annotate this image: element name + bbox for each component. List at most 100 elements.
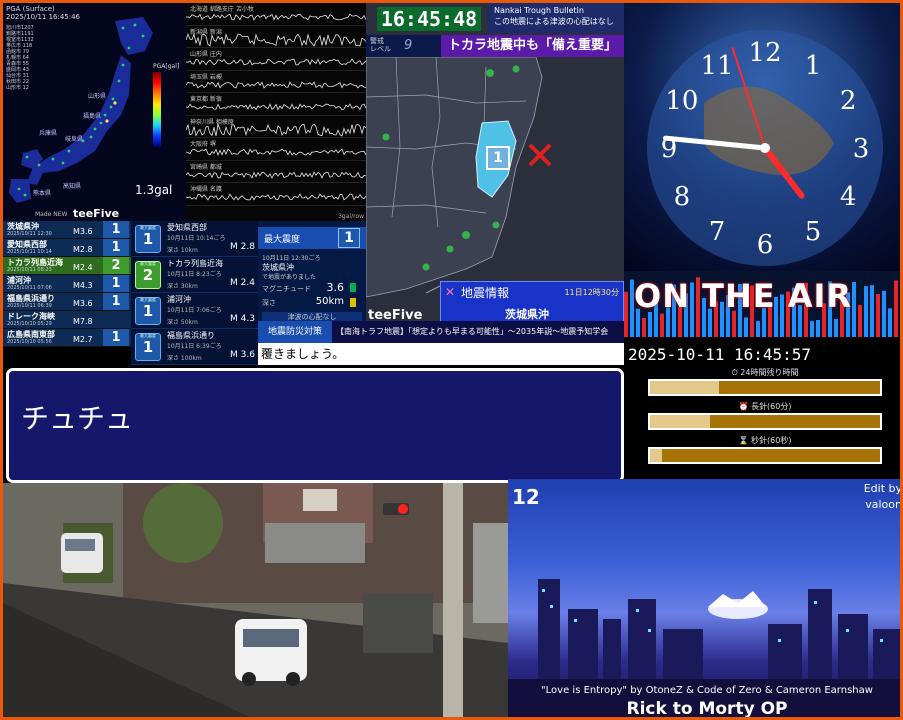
history-date: 2025/10/11 06:39 bbox=[7, 303, 52, 309]
on-air-panel: ON THE AIR bbox=[624, 271, 900, 337]
quake-info-card: ✕ 地震情報 11日12時30分 茨城県沖 bbox=[440, 281, 624, 325]
visualizer-bar bbox=[852, 282, 856, 337]
history-date: 2025/10/10 05:56 bbox=[7, 339, 52, 345]
history-row[interactable]: 福島県浜通り 2025/10/11 06:39 M3.6 1 bbox=[3, 293, 131, 311]
detail-magnitude: M 2.8 bbox=[230, 242, 255, 252]
countdown-panel: 2025-10-11 16:45:57 ⏱ 24時間残り時間 ⏰ 長針(60分) ⌛… bbox=[624, 337, 900, 479]
pga-legend-label: PGA[gal] bbox=[153, 63, 180, 70]
history-row[interactable]: 浦河沖 2025/10/11 07:06 M4.3 1 bbox=[3, 275, 131, 293]
detail-row[interactable]: 最大震度 1 福島県浜通り 10月11日 6:39ごろ 深さ 100km M 3.6 bbox=[131, 329, 258, 365]
history-row[interactable]: ドレーク海峡 2025/10/10 05:29 M7.8 bbox=[3, 311, 131, 329]
svg-text:山形県: 山形県 bbox=[88, 92, 106, 100]
alert-level-box: 警戒 レベル 9 bbox=[366, 35, 441, 57]
max-intensity-value: 1 bbox=[338, 228, 360, 248]
history-date: 2025/10/11 07:06 bbox=[7, 285, 52, 291]
detail-row[interactable]: 最大震度 2 トカラ列島近海 10月11日 8:23ごろ 深さ 30km M 2.4 bbox=[131, 257, 258, 293]
quake-info-title: 地震情報 bbox=[461, 286, 510, 300]
waveform-trace bbox=[186, 58, 366, 66]
alert-level-value: 9 bbox=[404, 38, 413, 53]
clock-numeral: 10 bbox=[665, 86, 698, 116]
waveform-row: 埼玉県 岩槻 bbox=[186, 71, 366, 93]
history-row[interactable]: 愛知県西部 2025/10/11 10:14 M2.8 1 bbox=[3, 239, 131, 257]
edit-credit-name: valoon bbox=[865, 498, 902, 511]
history-row[interactable]: 広島県南東部 2025/10/10 05:56 M2.7 1 bbox=[3, 329, 131, 347]
history-date: 2025/10/11 12:30 bbox=[7, 231, 52, 237]
clock-numeral: 3 bbox=[853, 134, 870, 164]
quake-map-panel: 1 16:45:48 Nankai Trough Bulletin この地震によ… bbox=[366, 3, 624, 343]
tsunami-banner-text: この地震による津波の心配はなし bbox=[494, 17, 614, 26]
clock-numeral: 7 bbox=[709, 217, 726, 247]
waveform-row: 沖縄県 名護 bbox=[186, 183, 366, 206]
detail-date: 10月11日 8:23ごろ bbox=[167, 271, 222, 278]
svg-text:高知県: 高知県 bbox=[63, 182, 81, 190]
history-magnitude: M2.8 bbox=[73, 245, 93, 254]
depth-label: 深さ bbox=[262, 299, 276, 307]
detail-row[interactable]: 最大震度 1 浦河沖 10月11日 7:06ごろ 深さ 50km M 4.3 bbox=[131, 293, 258, 329]
visualizer-bar bbox=[756, 321, 760, 337]
ticker-text: 【南海トラフ地震】「想定よりも早まる可能性」〜2035年説〜地震予知学会 bbox=[336, 327, 609, 336]
visualizer-bar bbox=[876, 294, 880, 337]
history-intensity: 1 bbox=[103, 239, 129, 256]
history-intensity: 1 bbox=[103, 329, 129, 346]
clock-numeral: 2 bbox=[840, 86, 857, 116]
waveform-row: 宮崎県 都城 bbox=[186, 161, 366, 183]
detail-region: トカラ列島近海 bbox=[167, 259, 223, 268]
visualizer-bar bbox=[648, 312, 652, 337]
clock-numeral: 11 bbox=[700, 51, 733, 81]
visualizer-bar bbox=[894, 280, 898, 337]
detail-intensity-badge-label: 最大震度 bbox=[140, 261, 156, 266]
detail-magnitude: M 3.6 bbox=[230, 350, 255, 360]
detail-depth: 深さ 30km M 2.4 bbox=[167, 278, 255, 290]
quake-info-location: 茨城県沖 bbox=[505, 308, 549, 321]
clock-numeral: 4 bbox=[840, 182, 857, 212]
visualizer-bar bbox=[870, 285, 874, 337]
depth-indicator bbox=[350, 298, 356, 307]
edit-credit-label: Edit by bbox=[863, 482, 902, 495]
epicenter-icon bbox=[528, 143, 552, 167]
visualizer-bar bbox=[624, 291, 628, 337]
depth-value: 50km bbox=[315, 296, 344, 307]
song-credit: "Love is Entropy" by OtoneZ & Code of Ze… bbox=[541, 685, 873, 696]
countdown-fill bbox=[650, 381, 719, 394]
history-row[interactable]: トカラ列島近海 2025/10/11 08:23 M2.4 2 bbox=[3, 257, 131, 275]
quake-info-time: 11日12時30分 bbox=[564, 288, 619, 297]
visualizer-bar bbox=[810, 321, 814, 337]
detail-row[interactable]: 最大震度 1 愛知県西部 10月11日 10:14ごろ 深さ 10km M 2.8 bbox=[131, 221, 258, 257]
analog-clock-panel: 12 1 2 3 4 5 6 7 8 9 10 11 bbox=[624, 3, 900, 271]
digital-clock: 16:45:48 bbox=[377, 7, 481, 31]
station-item: 山形市 12 bbox=[6, 85, 29, 91]
history-row[interactable]: 茨城県沖 2025/10/11 12:30 M3.6 1 bbox=[3, 221, 131, 239]
visualizer-bar bbox=[882, 290, 886, 337]
detail-depth: 深さ 100km M 3.6 bbox=[167, 350, 255, 362]
detail-intensity-badge-label: 最大震度 bbox=[140, 333, 156, 338]
episode-number: 12 bbox=[512, 485, 540, 509]
street-scene-image bbox=[3, 483, 508, 717]
pga-header: PGA (Surface) 2025/10/11 16:45:46 bbox=[6, 5, 80, 21]
max-intensity-time: 10月11日 12:30ごろ bbox=[262, 255, 321, 262]
epicenter-mini-icon: ✕ bbox=[445, 285, 456, 299]
tsunami-banner-title: Nankai Trough Bulletin bbox=[494, 6, 584, 15]
svg-text:岐阜県: 岐阜県 bbox=[65, 135, 83, 143]
on-air-text: ON THE AIR bbox=[634, 277, 853, 315]
visualizer-bar bbox=[744, 317, 748, 337]
detail-depth: 深さ 10km M 2.8 bbox=[167, 242, 255, 254]
edit-credit: Edit by valoon bbox=[863, 481, 902, 513]
history-magnitude: M3.6 bbox=[73, 227, 93, 236]
dialog-text: チュチュ bbox=[21, 402, 134, 435]
history-magnitude: M2.7 bbox=[73, 335, 93, 344]
detail-intensity-badge: 最大震度 1 bbox=[135, 333, 161, 361]
visualizer-bar bbox=[816, 320, 820, 337]
countdown-label: ⏰ 長針(60分) bbox=[738, 402, 792, 411]
clock-center-cap bbox=[760, 143, 770, 153]
history-intensity: 1 bbox=[103, 293, 129, 310]
countdown-label: ⏱ 24時間残り時間 bbox=[731, 368, 799, 377]
countdown-fill bbox=[650, 449, 662, 462]
magnitude-label: マグニチュード bbox=[262, 285, 311, 293]
kanto-map bbox=[366, 57, 543, 298]
waveform-row: 山形県 庄内 bbox=[186, 48, 366, 71]
detail-intensity-badge-label: 最大震度 bbox=[140, 297, 156, 302]
quake-history-list: 茨城県沖 2025/10/11 12:30 M3.6 1 愛知県西部 2025/10/11… bbox=[3, 221, 131, 365]
ticker-label: 地震防災対策 bbox=[258, 321, 332, 343]
brand-logo: teeFive bbox=[73, 207, 120, 220]
max-intensity-note: で地震がありました bbox=[262, 274, 317, 281]
